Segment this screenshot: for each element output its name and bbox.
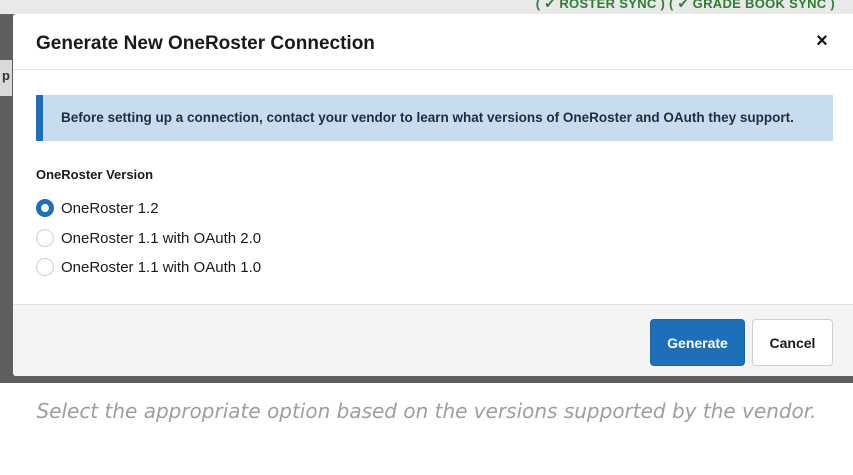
radio-button-selected[interactable]	[36, 199, 54, 217]
alert-text: Before setting up a connection, contact …	[61, 110, 794, 125]
background-toolbar: ( ✔ ROSTER SYNC ) ( ✔ GRADE BOOK SYNC )	[0, 0, 853, 14]
modal-header: Generate New OneRoster Connection ×	[13, 14, 853, 70]
radio-label: OneRoster 1.1 with OAuth 2.0	[61, 229, 262, 247]
cancel-button[interactable]: Cancel	[752, 319, 833, 366]
radio-button[interactable]	[36, 258, 54, 276]
radio-label: OneRoster 1.1 with OAuth 1.0	[61, 258, 262, 276]
radio-option-oneroster-1-1-oauth-1[interactable]: OneRoster 1.1 with OAuth 1.0	[36, 256, 261, 278]
info-alert: Before setting up a connection, contact …	[36, 95, 833, 141]
version-label: OneRoster Version	[36, 167, 154, 182]
radio-option-oneroster-1-1-oauth-2[interactable]: OneRoster 1.1 with OAuth 2.0	[36, 227, 261, 249]
background-left-glyph: p	[2, 68, 10, 83]
generate-button[interactable]: Generate	[650, 319, 745, 366]
sync-tags: ( ✔ ROSTER SYNC ) ( ✔ GRADE BOOK SYNC )	[535, 0, 835, 11]
radio-option-oneroster-1-2[interactable]: OneRoster 1.2	[36, 197, 159, 219]
radio-button[interactable]	[36, 229, 54, 247]
image-caption: Select the appropriate option based on t…	[36, 399, 817, 423]
radio-label: OneRoster 1.2	[61, 199, 159, 217]
background-left-fragment: p	[0, 60, 12, 96]
modal-footer: Generate Cancel	[13, 304, 853, 376]
generate-connection-modal: Generate New OneRoster Connection × Befo…	[13, 14, 853, 376]
close-icon[interactable]: ×	[811, 30, 833, 52]
modal-title: Generate New OneRoster Connection	[36, 33, 375, 54]
